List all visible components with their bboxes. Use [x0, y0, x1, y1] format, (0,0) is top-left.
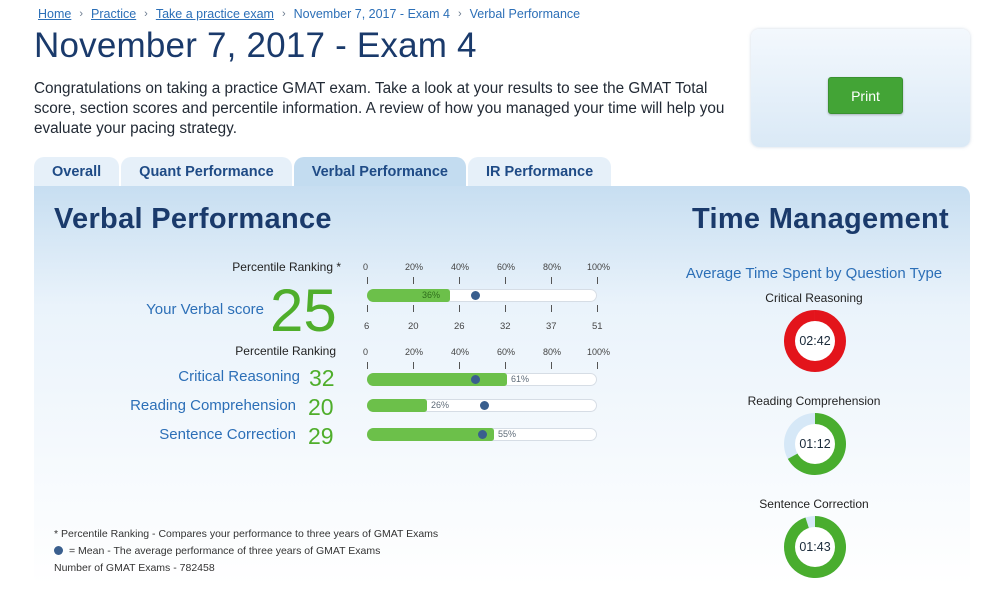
breadcrumb-exam: November 7, 2017 - Exam 4 [293, 7, 450, 21]
tab-verbal-performance[interactable]: Verbal Performance [293, 157, 466, 187]
footnote-exam-count: Number of GMAT Exams - 782458 [54, 562, 215, 574]
reading-comprehension-bar: 26% [367, 399, 597, 412]
sentence-correction-percentile-text: 55% [498, 429, 517, 439]
critical-reasoning-bar: 61% [367, 373, 597, 386]
score-scale-label: 6 [364, 321, 370, 332]
critical-reasoning-label: Critical Reasoning [178, 368, 300, 385]
footnote-mean: = Mean - The average performance of thre… [54, 545, 380, 557]
sentence-correction-label: Sentence Correction [159, 426, 296, 443]
sentence-correction-mean-marker [478, 430, 487, 439]
critical-reasoning-time-label: Critical Reasoning [765, 291, 863, 305]
reading-comprehension-score: 20 [308, 394, 334, 420]
time-management-subtitle: Average Time Spent by Question Type [685, 265, 943, 282]
scale-tick [551, 362, 552, 369]
scale-tick [459, 305, 460, 312]
verbal-score-mean-marker [471, 291, 480, 300]
breadcrumb: Home › Practice › Take a practice exam ›… [38, 7, 580, 21]
critical-reasoning-time-donut: 02:42 [783, 310, 846, 372]
scale-tick [551, 305, 552, 312]
time-management-heading: Time Management [692, 203, 949, 235]
reading-comprehension-time-label: Reading Comprehension [747, 394, 881, 408]
verbal-performance-panel: Verbal Performance Time Management Perce… [34, 186, 970, 586]
intro-text: Congratulations on taking a practice GMA… [34, 80, 725, 137]
scale-tick [597, 305, 598, 312]
scale-label: 20% [405, 347, 424, 357]
scale-tick [505, 305, 506, 312]
breadcrumb-separator: › [79, 8, 84, 20]
verbal-score-value: 25 [270, 277, 337, 344]
breadcrumb-practice-link[interactable]: Practice [91, 7, 136, 21]
sentence-correction-score: 29 [308, 423, 334, 449]
scale-label: 60% [497, 262, 516, 272]
sentence-correction-bar-fill [367, 428, 494, 441]
tab-quant-performance[interactable]: Quant Performance [121, 157, 292, 187]
sentence-correction-time-donut: 01:43 [784, 516, 847, 578]
verbal-score-label: Your Verbal score [146, 301, 264, 318]
footnote-percentile-ranking: * Percentile Ranking - Compares your per… [54, 528, 439, 540]
critical-reasoning-mean-marker [471, 375, 480, 384]
page-title: November 7, 2017 - Exam 4 [34, 26, 477, 65]
scale-label: 100% [587, 262, 611, 272]
breadcrumb-separator: › [144, 8, 148, 20]
reading-comprehension-bar-fill [367, 399, 427, 412]
scale-tick [413, 362, 414, 369]
sentence-correction-bar: 55% [367, 428, 597, 441]
reading-comprehension-percentile-text: 26% [431, 400, 450, 410]
breadcrumb-take-exam-link[interactable]: Take a practice exam [156, 7, 274, 21]
breadcrumb-separator: › [457, 8, 462, 20]
scale-label: 60% [497, 347, 516, 357]
breadcrumb-home-link[interactable]: Home [38, 7, 71, 21]
scale-tick [367, 277, 368, 284]
reading-comprehension-label: Reading Comprehension [130, 397, 296, 414]
sentence-correction-time-value: 01:43 [799, 540, 831, 554]
scale-label: 40% [451, 347, 470, 357]
reading-comprehension-mean-marker [480, 401, 489, 410]
critical-reasoning-score: 32 [309, 365, 335, 391]
score-scale-label: 51 [592, 321, 603, 332]
scale-label: 0 [363, 347, 369, 357]
scale-tick [459, 277, 460, 284]
score-scale-label: 32 [500, 321, 511, 332]
scale-label: 80% [543, 262, 562, 272]
tab-ir-performance[interactable]: IR Performance [467, 157, 612, 187]
critical-reasoning-bar-fill [367, 373, 507, 386]
tab-overall[interactable]: Overall [34, 157, 120, 187]
scale-tick [597, 277, 598, 284]
scale-tick [413, 277, 414, 284]
print-panel: Print [751, 29, 970, 147]
scale-tick [459, 362, 460, 369]
scale-tick [597, 362, 598, 369]
scale-label: 0 [363, 262, 369, 272]
reading-comprehension-time-value: 01:12 [799, 437, 831, 451]
score-scale-label: 20 [408, 321, 419, 332]
critical-reasoning-time-value: 02:42 [799, 334, 831, 348]
scale-label: 20% [405, 262, 424, 272]
sentence-correction-time-label: Sentence Correction [759, 497, 869, 511]
verbal-score-percentile-text: 36% [422, 290, 441, 300]
score-scale-label: 26 [454, 321, 465, 332]
scale-tick [505, 277, 506, 284]
performance-tabs: Overall Quant Performance Verbal Perform… [34, 157, 613, 187]
scale-tick [505, 362, 506, 369]
verbal-score-bar: 36% [367, 289, 597, 302]
scale-tick [367, 305, 368, 312]
critical-reasoning-percentile-text: 61% [511, 374, 530, 384]
breadcrumb-separator: › [281, 8, 286, 20]
scale-tick [413, 305, 414, 312]
reading-comprehension-time-donut: 01:12 [784, 413, 846, 475]
scale-tick [551, 277, 552, 284]
scale-label: 40% [451, 262, 470, 272]
percentile-ranking-label: Percentile Ranking * [232, 260, 341, 274]
mean-legend-dot [54, 546, 63, 555]
score-scale-label: 37 [546, 321, 557, 332]
verbal-performance-heading: Verbal Performance [54, 203, 332, 235]
breadcrumb-current: Verbal Performance [469, 7, 581, 21]
subsection-percentile-label: Percentile Ranking [235, 344, 336, 358]
scale-tick [367, 362, 368, 369]
scale-label: 80% [543, 347, 562, 357]
scale-label: 100% [587, 347, 611, 357]
footnote-mean-text: = Mean - The average performance of thre… [69, 545, 381, 557]
print-button[interactable]: Print [828, 77, 903, 114]
